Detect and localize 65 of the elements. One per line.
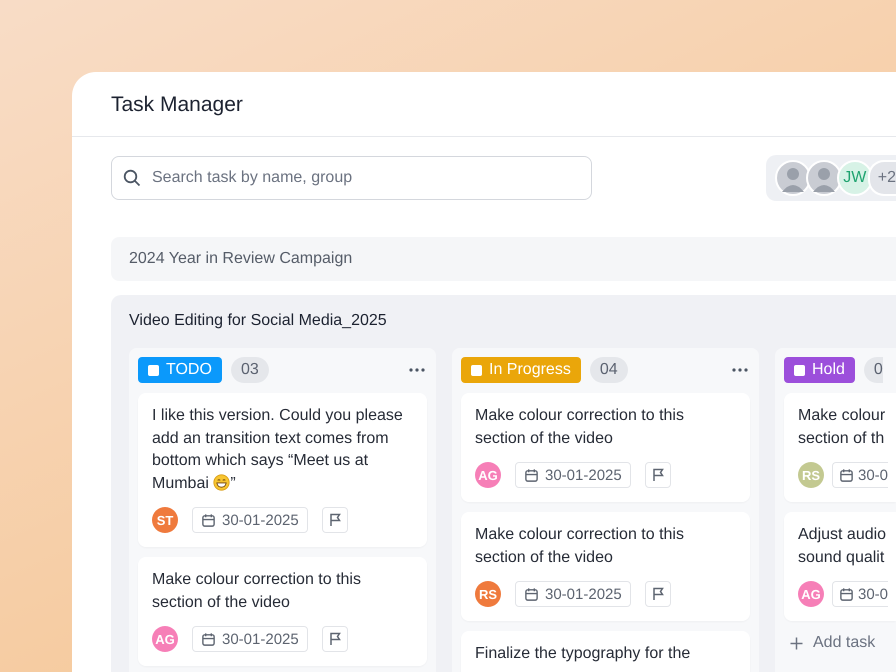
assignee-avatar: ST [152,507,178,533]
due-date-chip[interactable]: 30-01-2025 [192,626,308,652]
due-date-chip[interactable]: 30-0 [832,581,888,607]
due-date: 30-01-2025 [545,586,622,602]
plus-icon [790,636,803,650]
calendar-icon [839,586,854,602]
due-date: 30-01-2025 [222,630,299,648]
task-card[interactable]: I like this version. Could you please add an transition text comes from bottom which says “Meet us at Mumbai ” ST 30-01-2025 [138,393,427,547]
due-date: 30-0 [858,586,888,602]
task-text: Make colour correction to this section of the video [152,570,362,612]
task-text: Make colour correction to this section of the video [475,406,685,448]
assignee-avatar: AG [798,581,824,607]
due-date-chip[interactable]: 30-01-2025 [192,507,308,533]
flag-button[interactable] [644,462,671,488]
member-avatar[interactable] [774,160,811,196]
search-field[interactable]: Search task by name, group [111,156,592,200]
calendar-icon [524,468,539,482]
assignee-avatar: AG [475,462,501,488]
more-options-icon[interactable] [732,368,748,372]
flag-button[interactable] [322,626,348,652]
task-card[interactable]: Make colour correction to this section of the video AG 30-01-2025 [138,557,427,666]
search-icon [123,169,141,187]
status-label: TODO [138,357,222,383]
task-card[interactable]: Make colour correction to this section of the video AG 30-01-2025 [461,393,750,502]
members-group[interactable]: JW +2 [766,155,896,201]
due-date-chip[interactable]: 30-01-2025 [515,462,631,488]
flag-button[interactable] [644,581,671,607]
task-count: 0 [864,357,883,383]
more-members-count[interactable]: +2 [868,160,896,196]
task-text: I like this version. Could you please add an transition text comes from bottom which says “Meet us at Mumbai ” [152,406,404,494]
task-text: Adjust audio sound qualit [798,525,888,568]
task-count: 04 [590,357,628,383]
task-text: Make colour section of th [798,406,886,448]
group-header[interactable]: 2024 Year in Review Campaign [111,237,896,281]
calendar-icon [839,468,854,482]
member-avatar[interactable] [806,160,842,196]
due-date: 30-01-2025 [222,512,299,528]
flag-icon [650,468,665,482]
flag-button[interactable] [322,507,348,533]
due-date: 30-0 [858,466,888,484]
due-date-chip[interactable]: 30-01-2025 [515,581,631,607]
flag-icon [328,513,342,527]
flag-icon [328,632,342,646]
window-title: Task Manager [111,93,243,117]
group-title[interactable]: Video Editing for Social Media_2025 [129,312,896,330]
assignee-avatar: RS [798,462,824,488]
task-text: Make colour correction to this section of the video [475,525,685,568]
task-card[interactable]: Make colour correction to this section of the video RS 30-01-2025 [461,512,750,621]
task-card[interactable]: Make colour section of th RS 30-0 [784,393,896,502]
add-task-button[interactable]: Add task [784,633,882,653]
calendar-icon [524,586,539,602]
calendar-icon [201,512,216,528]
flag-icon [650,587,665,601]
task-count: 03 [230,357,269,383]
task-card[interactable]: Finalize the typography for the [461,631,750,672]
status-label: In Progress [461,357,581,383]
assignee-avatar: AG [152,626,178,652]
due-date-chip[interactable]: 30-0 [832,462,888,488]
due-date: 30-01-2025 [545,466,622,484]
task-text: Finalize the typography for the [475,644,692,664]
more-options-icon[interactable] [409,368,425,372]
assignee-avatar: RS [475,581,501,607]
calendar-icon [201,632,216,646]
task-card[interactable]: Adjust audio sound qualit AG 30-0 [784,512,896,621]
status-label: Hold [784,357,855,383]
